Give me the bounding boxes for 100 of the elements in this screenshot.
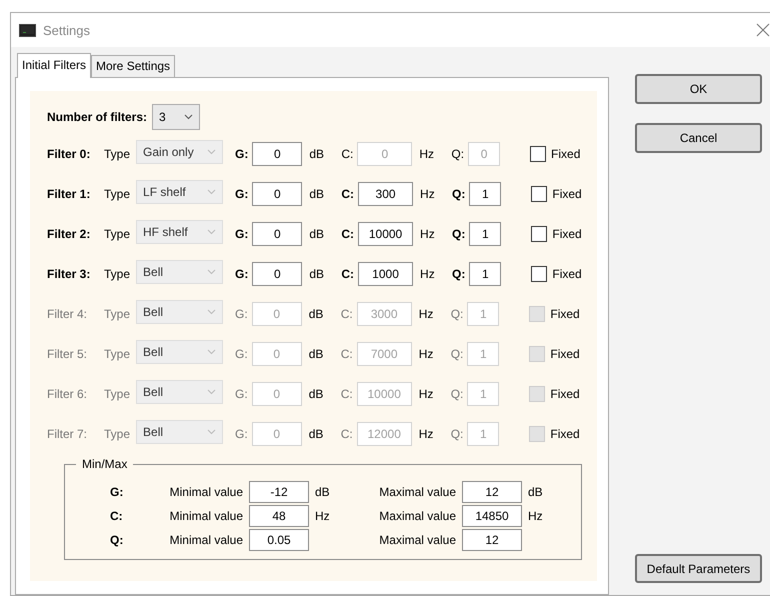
fixed-label: Fixed [552,267,582,281]
field-label: G: [235,227,248,241]
q-field[interactable]: 1 [469,262,502,286]
field-label: Q: [452,187,466,201]
group-title: Min/Max [76,457,134,471]
parameter-label: G: [110,485,124,499]
field-label: G: [235,427,248,441]
field-label: Q: [451,147,464,161]
maximal-label: Maximal value [378,533,456,547]
type-dropdown[interactable]: HF shelf [136,220,224,244]
unit-label: Hz [420,187,436,201]
field-label: C: [340,427,353,441]
type-dropdown[interactable]: Bell [136,300,224,324]
type-label: Type [104,267,130,281]
fixed-label: Fixed [551,147,580,161]
field-label: Q: [452,267,466,281]
gain-field[interactable]: 0 [252,222,302,246]
type-label: Type [104,227,130,241]
cancel-button[interactable]: Cancel [635,123,762,153]
fixed-checkbox[interactable] [531,266,548,282]
unit-label: dB [315,485,331,499]
value-field[interactable]: 14850 [462,505,522,527]
type-dropdown[interactable]: Bell [136,260,224,284]
chevron-down-icon [207,229,216,235]
parameter-label: C: [110,509,124,523]
close-icon[interactable] [756,23,770,37]
field-label: C: [340,387,353,401]
type-label: Type [104,187,130,201]
type-label: Type [104,427,130,441]
center-field[interactable]: 1000 [358,262,414,286]
type-dropdown[interactable]: Gain only [136,140,224,164]
field-label: G: [235,147,248,161]
unit-label: dB [308,347,324,361]
maximal-label: Maximal value [378,509,456,523]
fixed-checkbox[interactable] [530,146,546,162]
field-label: C: [341,267,354,281]
unit-label: Hz [418,387,434,401]
fixed-label: Fixed [550,387,580,401]
field-label: G: [235,347,248,361]
field-label: Q: [450,427,464,441]
chevron-down-icon [207,309,216,315]
unit-label: dB [308,427,324,441]
type-dropdown[interactable]: LF shelf [136,180,224,204]
parameter-label: Q: [110,533,124,547]
filter-label: Filter 1: [47,187,92,201]
q-field[interactable]: 1 [469,182,502,206]
fixed-checkbox[interactable] [531,186,548,202]
field-label: C: [341,227,354,241]
type-label: Type [104,307,130,321]
unit-label: Hz [419,147,436,161]
q-field[interactable]: 1 [469,222,502,246]
type-dropdown[interactable]: Bell [136,340,224,364]
center-field[interactable]: 10000 [358,222,414,246]
type-dropdown[interactable]: Bell [136,380,224,404]
field-label: C: [341,187,354,201]
ok-button[interactable]: OK [635,74,762,104]
default-parameters-button[interactable]: Default Parameters [635,554,762,583]
value-field[interactable]: 48 [249,505,309,527]
field-label: G: [235,307,248,321]
minimal-label: Minimal value [168,509,243,523]
field-label: G: [235,187,248,201]
value-field[interactable]: 12 [462,529,522,551]
type-label: Type [104,147,130,161]
field-label: Q: [452,227,466,241]
type-dropdown[interactable]: Bell [136,420,224,444]
field-label: Q: [450,347,464,361]
unit-label: Hz [420,267,436,281]
fixed-label: Fixed [550,307,580,321]
gain-field[interactable]: 0 [252,182,302,206]
unit-label: dB [308,307,324,321]
value-field[interactable]: -12 [249,481,309,503]
number-dropdown[interactable]: 3 [152,104,200,130]
unit-label: Hz [418,347,434,361]
filter-label: Filter 3: [47,267,92,281]
app-icon [19,24,36,36]
filter-label: Filter 4: [47,307,88,321]
value-field[interactable]: 0.05 [249,529,309,551]
chevron-down-icon [207,189,216,195]
gain-field[interactable]: 0 [252,262,302,286]
unit-label: dB [309,187,326,201]
field-label: G: [235,387,248,401]
fixed-checkbox[interactable] [531,226,548,242]
number-label: Number of filters: [47,110,148,124]
window-title: Settings [43,22,91,38]
tab[interactable]: Initial Filters [17,53,92,78]
unit-label: dB [308,387,324,401]
filter-label: Filter 6: [47,387,88,401]
unit-label: dB [528,485,544,499]
minimal-label: Minimal value [168,533,243,547]
gain-field[interactable]: 0 [252,142,302,166]
filter-label: Filter 5: [47,347,88,361]
value-field[interactable]: 12 [462,481,522,503]
tab[interactable]: More Settings [91,55,176,77]
field-label: C: [340,307,353,321]
unit-label: dB [309,147,326,161]
center-field[interactable]: 300 [358,182,414,206]
filter-label: Filter 7: [47,427,88,441]
field-label: C: [340,347,353,361]
unit-label: Hz [315,509,331,523]
unit-label: Hz [418,307,434,321]
